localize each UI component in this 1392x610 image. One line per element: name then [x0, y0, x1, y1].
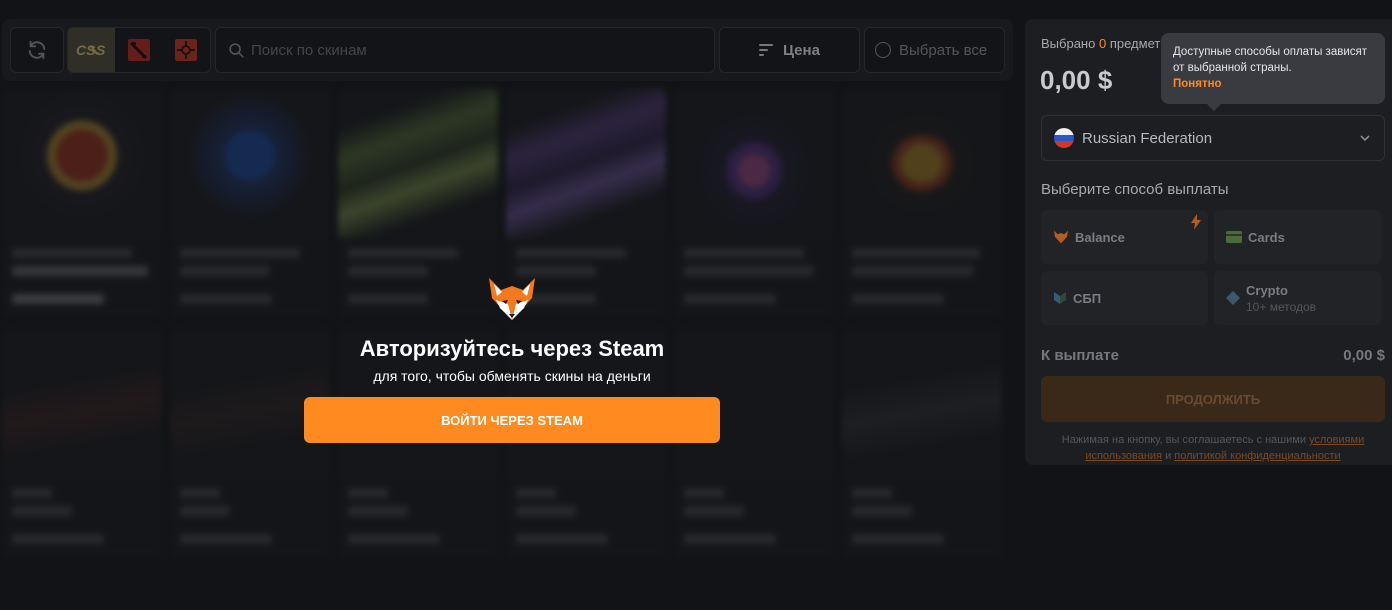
method-crypto-text: Crypto 10+ методов [1246, 283, 1316, 314]
method-crypto-sub: 10+ методов [1246, 299, 1317, 314]
app-root: CS S Поиск по скинам Цена Выбрать все Ав… [0, 0, 1392, 610]
chevron-down-icon [1360, 135, 1370, 142]
choose-method-label: Выберите способ выплаты [1041, 181, 1229, 198]
auth-prompt: Авторизуйтесь через Steam для того, чтоб… [262, 276, 762, 443]
terms-prefix: Нажимая на кнопку, вы соглашаетесь с наш… [1061, 434, 1306, 446]
russia-flag-icon [1054, 128, 1074, 148]
crypto-icon [1226, 291, 1240, 305]
to-pay-label: К выплате [1041, 347, 1119, 364]
method-sbp-label: СБП [1073, 290, 1102, 306]
terms-and: и [1165, 450, 1172, 462]
selected-count-value: 0 [1098, 36, 1107, 51]
auth-subtitle: для того, чтобы обменять скины на деньги [373, 368, 651, 384]
fox-balance-icon [1054, 230, 1068, 244]
method-balance-label: Balance [1075, 229, 1125, 245]
continue-button[interactable]: ПРОДОЛЖИТЬ [1041, 376, 1385, 422]
to-pay-row: К выплате 0,00 $ [1041, 347, 1385, 364]
selected-suffix: предмет [1109, 36, 1161, 51]
fox-logo-icon [489, 278, 535, 320]
country-value: Russian Federation [1082, 129, 1213, 147]
method-crypto[interactable]: Crypto 10+ методов [1214, 271, 1381, 325]
privacy-policy-link[interactable]: политикой конфиденциальности [1174, 450, 1340, 462]
terms-notice: Нажимая на кнопку, вы соглашаетесь с наш… [1041, 432, 1385, 464]
method-cards-label: Cards [1248, 229, 1285, 245]
card-icon [1226, 231, 1242, 243]
sbp-icon [1054, 292, 1066, 304]
to-pay-value: 0,00 $ [1343, 347, 1385, 364]
payment-methods-tooltip: Доступные способы оплаты зависят от выбр… [1161, 33, 1385, 111]
tooltip-ok-link[interactable]: Понятно [1173, 76, 1373, 92]
selected-label: Выбрано [1041, 36, 1096, 51]
tooltip-text: Доступные способы оплаты зависят от выбр… [1173, 46, 1367, 74]
selected-count: Выбрано 0 предмет [1041, 36, 1160, 51]
method-cards[interactable]: Cards [1214, 210, 1381, 264]
method-balance[interactable]: Balance [1041, 210, 1208, 264]
method-crypto-label: Crypto [1246, 282, 1288, 298]
auth-title: Авторизуйтесь через Steam [359, 336, 665, 361]
method-sbp[interactable]: СБП [1041, 271, 1208, 325]
country-select[interactable]: Russian Federation [1041, 115, 1385, 161]
selected-total: 0,00 $ [1040, 65, 1113, 95]
lightning-icon [1191, 214, 1201, 230]
steam-login-button[interactable]: ВОЙТИ ЧЕРЕЗ STEAM [304, 397, 720, 443]
